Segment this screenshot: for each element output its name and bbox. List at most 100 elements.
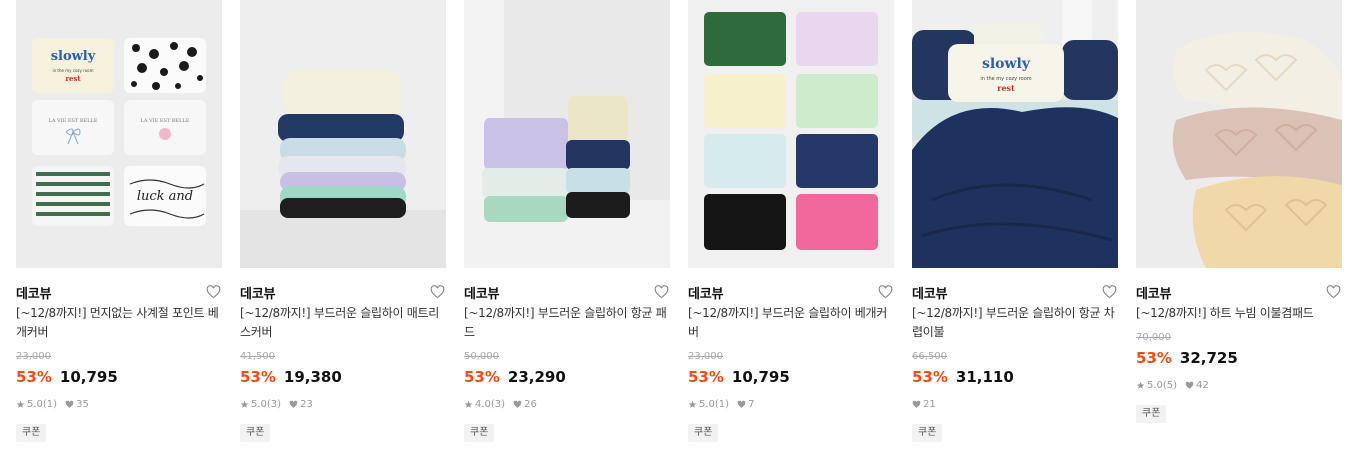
- price-row: 53% 31,110: [912, 368, 1014, 386]
- review-meta: 5.0 (3) 23: [240, 399, 321, 410]
- svg-text:in the my cozy room: in the my cozy room: [52, 68, 93, 73]
- sale-price: 32,725: [1179, 349, 1238, 367]
- review-meta: 21: [912, 399, 944, 410]
- product-title[interactable]: [~12/8까지!] 부드러운 슬립하이 항균 패드: [464, 304, 670, 342]
- product-image[interactable]: [688, 0, 894, 268]
- discount-rate: 53%: [464, 368, 500, 386]
- wishlist-heart-icon[interactable]: [204, 283, 222, 301]
- discount-rate: 53%: [688, 368, 724, 386]
- pillowcase-colors-image: [688, 0, 894, 268]
- price-row: 53% 23,290: [464, 368, 566, 386]
- likes: 7: [737, 399, 754, 410]
- product-image[interactable]: slowly in the my cozy room rest: [912, 0, 1118, 268]
- wishlist-heart-icon[interactable]: [1324, 283, 1342, 301]
- product-title[interactable]: [~12/8까지!] 부드러운 슬립하이 베개커버: [688, 304, 894, 342]
- brand-name[interactable]: 데코뷰: [16, 283, 51, 302]
- discount-rate: 53%: [240, 368, 276, 386]
- product-image[interactable]: [1136, 0, 1342, 268]
- heart-filled-icon: [513, 400, 522, 408]
- rating: 5.0 (1): [688, 399, 729, 410]
- svg-text:rest: rest: [65, 74, 81, 83]
- product-image[interactable]: [464, 0, 670, 268]
- review-meta: 4.0 (3) 26: [464, 399, 545, 410]
- rating-value: 5.0: [1147, 380, 1163, 391]
- brand-name[interactable]: 데코뷰: [1136, 283, 1171, 302]
- coupon-badge: 쿠폰: [464, 424, 495, 442]
- rating-value: 5.0: [699, 399, 715, 410]
- original-price: 70,000: [1136, 332, 1171, 343]
- original-price: 23,000: [688, 351, 723, 362]
- review-meta: 5.0 (1) 35: [16, 399, 97, 410]
- svg-text:luck and: luck and: [137, 189, 193, 204]
- like-count: 26: [524, 399, 537, 410]
- likes: 35: [65, 399, 89, 410]
- rating-value: 4.0: [475, 399, 491, 410]
- wishlist-heart-icon[interactable]: [876, 283, 894, 301]
- review-count: (3): [266, 399, 282, 410]
- product-image[interactable]: slowly in the my cozy room rest LA VIE E…: [16, 0, 222, 268]
- mattress-cover-stack-image: [240, 0, 446, 268]
- likes: 21: [912, 399, 936, 410]
- wishlist-heart-icon[interactable]: [652, 283, 670, 301]
- sale-price: 23,290: [507, 368, 566, 386]
- svg-text:LA VIE EST BELLE: LA VIE EST BELLE: [141, 118, 190, 124]
- brand-name[interactable]: 데코뷰: [240, 283, 275, 302]
- heart-filled-icon: [65, 400, 74, 408]
- coupon-badge: 쿠폰: [1136, 405, 1167, 423]
- coupon-badge: 쿠폰: [16, 424, 47, 442]
- star-icon: [240, 400, 249, 408]
- review-count: (5): [1162, 380, 1178, 391]
- likes: 26: [513, 399, 537, 410]
- price-row: 53% 10,795: [16, 368, 118, 386]
- review-meta: 5.0 (5) 42: [1136, 380, 1217, 391]
- review-count: (3): [490, 399, 506, 410]
- svg-text:LA VIE EST BELLE: LA VIE EST BELLE: [49, 118, 98, 124]
- likes: 42: [1185, 380, 1209, 391]
- heart-filled-icon: [912, 400, 921, 408]
- heart-filled-icon: [289, 400, 298, 408]
- svg-text:rest: rest: [997, 83, 1015, 93]
- product-title[interactable]: [~12/8까지!] 하트 누빔 이불겸패드: [1136, 304, 1342, 323]
- wishlist-heart-icon[interactable]: [1100, 283, 1118, 301]
- brand-name[interactable]: 데코뷰: [912, 283, 947, 302]
- wishlist-heart-icon[interactable]: [428, 283, 446, 301]
- review-count: (1): [714, 399, 730, 410]
- price-row: 53% 19,380: [240, 368, 342, 386]
- brand-name[interactable]: 데코뷰: [464, 283, 499, 302]
- star-icon: [688, 400, 697, 408]
- heart-quilt-pad-image: [1136, 0, 1342, 268]
- like-count: 7: [748, 399, 755, 410]
- review-meta: 5.0 (1) 7: [688, 399, 762, 410]
- like-count: 23: [300, 399, 313, 410]
- star-icon: [1136, 381, 1145, 389]
- quilted-pad-stack-image: [464, 0, 670, 268]
- product-title[interactable]: [~12/8까지!] 먼지없는 사계절 포인트 베개커버: [16, 304, 222, 342]
- star-icon: [16, 400, 25, 408]
- rating: 5.0 (3): [240, 399, 281, 410]
- svg-text:slowly: slowly: [51, 49, 96, 64]
- price-row: 53% 10,795: [688, 368, 790, 386]
- discount-rate: 53%: [16, 368, 52, 386]
- original-price: 23,000: [16, 351, 51, 362]
- star-icon: [464, 400, 473, 408]
- like-count: 35: [76, 399, 89, 410]
- discount-rate: 53%: [1136, 349, 1172, 367]
- original-price: 50,000: [464, 351, 499, 362]
- coupon-badge: 쿠폰: [912, 424, 943, 442]
- rating-value: 5.0: [27, 399, 43, 410]
- like-count: 21: [923, 399, 936, 410]
- product-title[interactable]: [~12/8까지!] 부드러운 슬립하이 매트리스커버: [240, 304, 446, 342]
- discount-rate: 53%: [912, 368, 948, 386]
- comforter-bed-image: slowly in the my cozy room rest: [912, 0, 1118, 268]
- price-row: 53% 32,725: [1136, 349, 1238, 367]
- like-count: 42: [1196, 380, 1209, 391]
- svg-text:slowly: slowly: [982, 56, 1031, 72]
- likes: 23: [289, 399, 313, 410]
- rating: 4.0 (3): [464, 399, 505, 410]
- product-image[interactable]: [240, 0, 446, 268]
- heart-filled-icon: [1185, 381, 1194, 389]
- pillowcase-set-image: slowly in the my cozy room rest LA VIE E…: [16, 0, 222, 268]
- product-title[interactable]: [~12/8까지!] 부드러운 슬립하이 항균 차렵이불: [912, 304, 1118, 342]
- rating-value: 5.0: [251, 399, 267, 410]
- brand-name[interactable]: 데코뷰: [688, 283, 723, 302]
